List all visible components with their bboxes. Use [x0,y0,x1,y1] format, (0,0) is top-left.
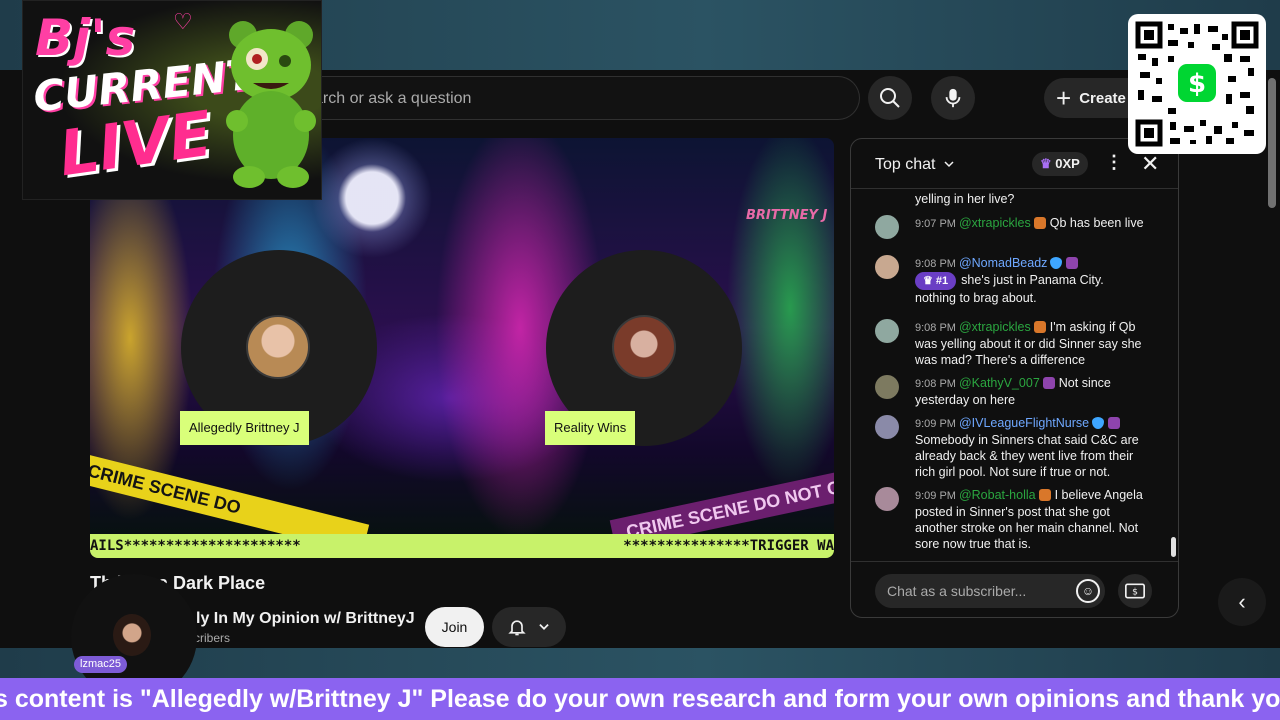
search-icon [880,88,900,108]
super-chat-button[interactable]: $ [1118,574,1152,608]
chat-message: 9:09 PM @IVLeagueFlightNurseSomebody in S… [875,415,1147,480]
chat-input-row: Chat as a subscriber... ☺ $ [851,561,1178,617]
search-button[interactable] [868,76,912,120]
stream-logo: Bj's ♡ CURRENT LIVE [22,0,322,200]
avatar[interactable] [875,375,899,399]
avatar[interactable] [875,487,899,511]
search-input[interactable]: arch or ask a question [300,76,860,120]
verified-icon [1092,417,1105,429]
member-badge-icon [1033,321,1046,333]
chat-mode-dropdown[interactable]: Top chat [875,156,955,174]
avatar[interactable] [875,255,899,279]
ticker-right-text: ***************TRIGGER WA [623,538,834,554]
channel-name[interactable]: ly In My Opinion w/ BrittneyJ [196,610,415,628]
rank-badge: ♛ #1 [915,272,957,290]
viewer-name-tag: lzmac25 [74,656,127,673]
viewer-avatar [113,614,151,656]
guest-avatar-1 [246,315,310,379]
chat-message: 9:08 PM @NomadBeadz ♛ #1 she's just in Pana… [875,255,1147,306]
scrolling-banner: s content is "Allegedly w/Brittney J" Pl… [0,678,1280,720]
gummy-bear-icon [226,21,316,188]
chat-input[interactable]: Chat as a subscriber... [875,574,1105,608]
svg-text:$: $ [1188,69,1206,99]
chat-message: 9:09 PM @Robat-holla I believe Angela post… [875,487,1147,552]
notifications-button[interactable] [492,607,566,647]
chat-message: yelling in her live? [915,192,1015,206]
logo-text-1: Bj's [35,9,136,67]
guest-name-1: Allegedly Brittney J [180,411,309,445]
video-ticker: AILS********************* **************… [90,534,834,558]
chat-author[interactable]: @xtrapickles [959,216,1031,230]
cashapp-qr-code: $ [1128,14,1266,154]
plus-icon: + [1056,83,1072,113]
voice-search-button[interactable] [931,76,975,120]
chat-author[interactable]: @KathyV_007 [959,376,1040,390]
qr-code-icon: $ [1135,21,1259,147]
search-placeholder: arch or ask a question [314,90,472,107]
join-button[interactable]: Join [425,607,484,647]
chevron-down-icon [539,624,549,630]
chevron-left-icon[interactable]: ‹ [1218,578,1266,626]
chat-message: 9:08 PM @KathyV_007 Not since yesterday on… [875,375,1147,408]
chat-author[interactable]: @xtrapickles [959,320,1031,334]
ticker-left-text: AILS********************* [90,538,301,554]
avatar[interactable] [875,319,899,343]
bell-icon [508,620,526,636]
chat-author[interactable]: @IVLeagueFlightNurse [959,416,1089,430]
chat-author[interactable]: @Robat-holla [959,488,1036,502]
video-player[interactable]: BRITTNEY J CRIME SCENE DO CRIME SCENE DO… [90,138,834,558]
live-chat-panel: Top chat ♛ 0XP ⋮ ✕ yelling in her live? … [850,138,1179,618]
avatar[interactable] [875,215,899,239]
heart-icon: ♡ [173,9,193,34]
guest-name-2: Reality Wins [545,411,636,445]
chat-scrollbar[interactable] [1171,537,1176,557]
guest-avatar-2 [612,315,676,379]
member-badge-icon [1066,257,1079,269]
svg-text:$: $ [1132,586,1138,597]
chat-message: 9:07 PM @xtrapickles Qb has been live [875,215,1147,239]
more-options-icon[interactable]: ⋮ [1105,152,1123,173]
verified-icon [1050,257,1063,269]
banner-text: s content is "Allegedly w/Brittney J" Pl… [0,685,1280,713]
page-scrollbar[interactable] [1268,78,1276,208]
video-watermark: BRITTNEY J [746,208,828,223]
chat-author[interactable]: @NomadBeadz [959,256,1047,270]
crown-icon: ♛ [1040,156,1052,171]
close-icon[interactable]: ✕ [1141,151,1159,177]
xp-badge[interactable]: ♛ 0XP [1032,152,1088,176]
chevron-down-icon [944,161,954,168]
emoji-icon[interactable]: ☺ [1076,579,1100,603]
avatar[interactable] [875,415,899,439]
member-badge-icon [1108,417,1121,429]
chat-messages[interactable]: yelling in her live? 9:07 PM @xtrapickles… [851,189,1178,561]
money-icon: $ [1125,583,1145,599]
chat-message: 9:08 PM @xtrapickles I'm asking if Qb was … [875,319,1147,368]
member-badge-icon [1038,489,1051,501]
member-badge-icon [1042,377,1055,389]
microphone-icon [945,88,961,108]
member-badge-icon [1033,217,1046,229]
create-label: Create [1079,89,1126,107]
